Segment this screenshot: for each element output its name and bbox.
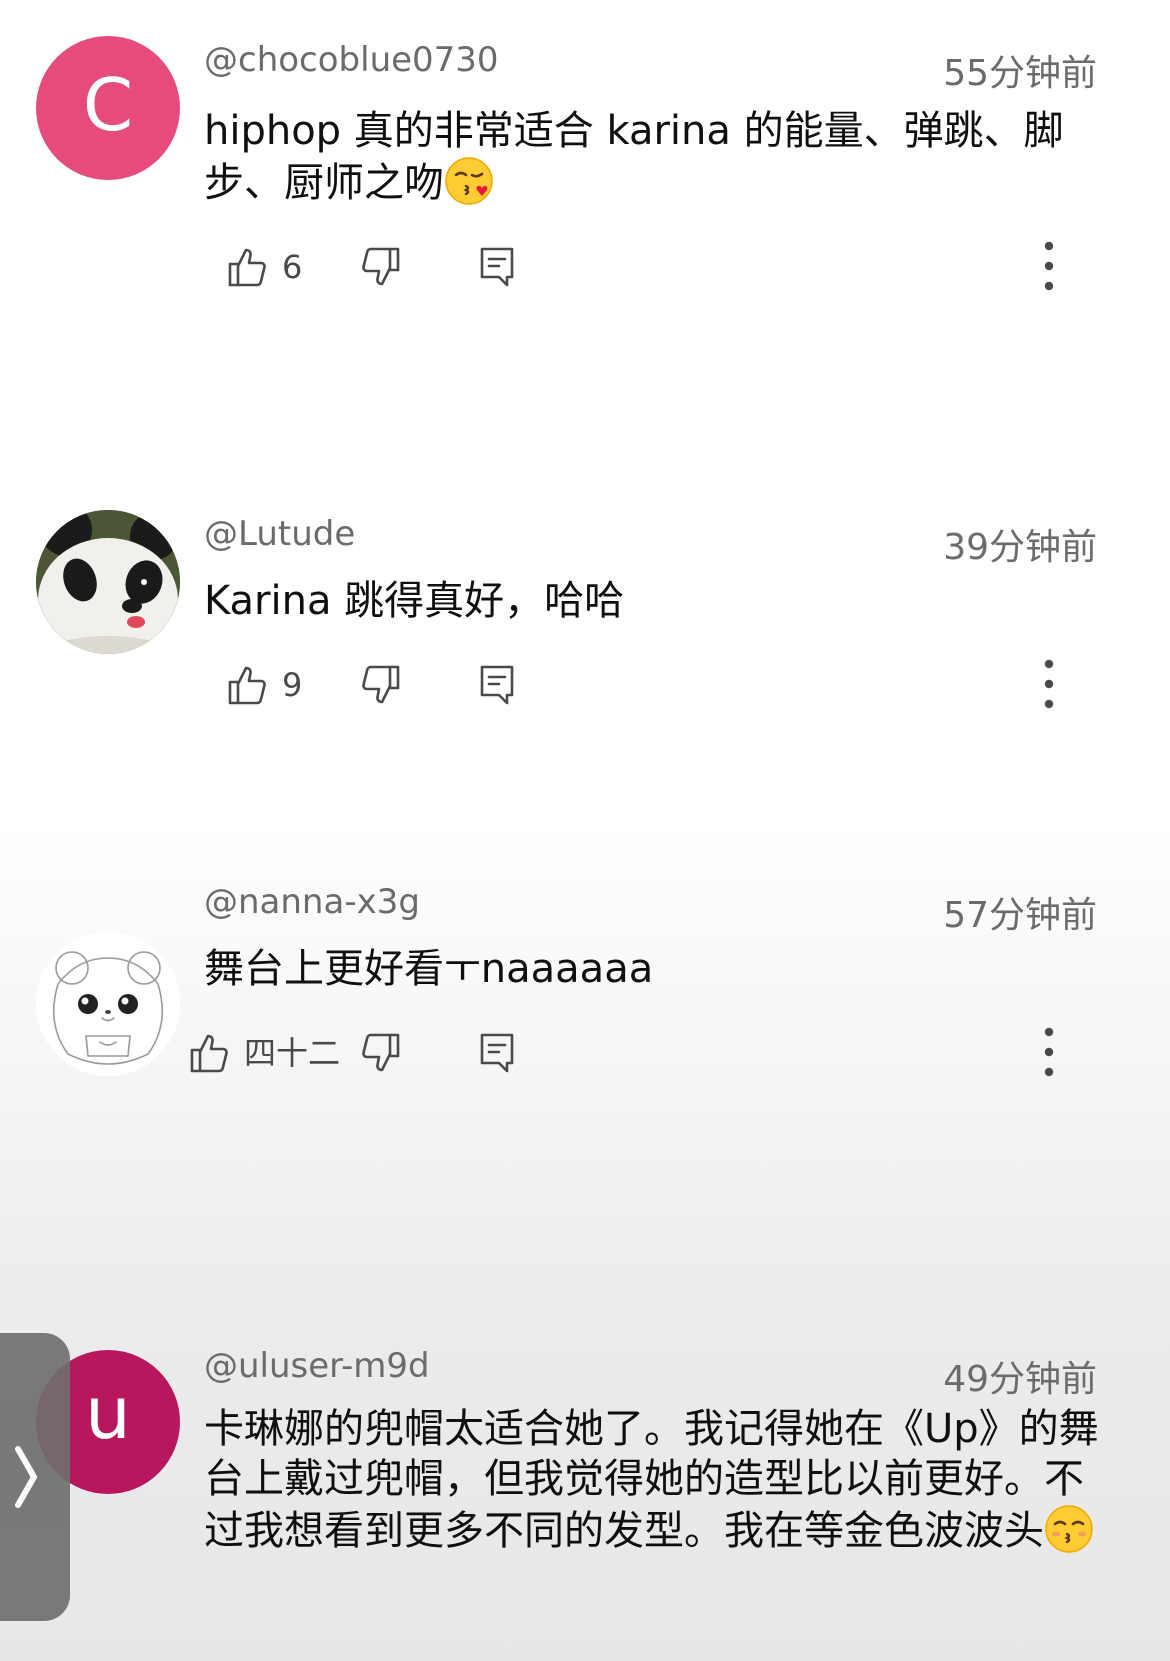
comment-item: u @uluser-m9d 49分钟前 卡琳娜的兜帽太适合她了。我记得她在《Up… <box>0 1300 1170 1661</box>
like-button[interactable] <box>228 662 266 708</box>
comment-actions: 9 <box>0 654 1170 714</box>
more-vertical-icon[interactable] <box>1032 656 1066 712</box>
comment-text-body: hiphop 真的非常适合 karina 的能量、弹跳、脚步、厨师之吻 <box>204 108 1064 206</box>
comment-text: 卡琳娜的兜帽太适合她了。我记得她在《Up》的舞台上戴过兜帽，但我觉得她的造型比以… <box>204 1404 1104 1556</box>
reply-comment-icon <box>480 1033 514 1073</box>
reply-button[interactable] <box>480 244 514 290</box>
comment-text: 舞台上更好看ㅜnaaaaaa <box>204 946 654 992</box>
chevron-right-icon <box>15 1446 37 1508</box>
comment-item: C @chocoblue0730 55分钟前 hiphop 真的非常适合 kar… <box>0 0 1170 430</box>
like-count: 9 <box>282 666 303 704</box>
thumbs-down-icon <box>362 247 400 286</box>
more-vertical-icon[interactable] <box>1032 238 1066 294</box>
comment-item: @nanna-x3g 57分钟前 舞台上更好看ㅜnaaaaaa 四十二 <box>0 882 1170 1210</box>
comment-actions: 四十二 <box>0 1022 1170 1082</box>
thumbs-up-icon <box>228 248 266 287</box>
like-button[interactable] <box>190 1030 228 1076</box>
comment-time: 57分钟前 <box>943 895 1097 936</box>
dislike-button[interactable] <box>362 244 400 290</box>
dislike-button[interactable] <box>362 1030 400 1076</box>
avatar[interactable]: C <box>36 36 180 180</box>
panda-avatar[interactable] <box>36 510 180 654</box>
comment-text: hiphop 真的非常适合 karina 的能量、弹跳、脚步、厨师之吻 <box>204 106 1104 208</box>
dislike-button[interactable] <box>362 662 400 708</box>
avatar-letter: C <box>82 63 134 147</box>
reply-comment-icon <box>480 247 514 287</box>
comment-item: @Lutude 39分钟前 Karina 跳得真好，哈哈 9 <box>0 470 1170 800</box>
side-panel-toggle[interactable] <box>0 1333 70 1621</box>
comment-time: 49分钟前 <box>943 1359 1097 1400</box>
thumbs-down-icon <box>362 1033 400 1072</box>
kissing-face-icon <box>1045 1505 1093 1553</box>
thumbs-up-icon <box>228 666 266 705</box>
kissing-face-with-heart-icon <box>445 157 493 205</box>
thumbs-down-icon <box>362 665 400 704</box>
comment-time: 39分钟前 <box>943 527 1097 568</box>
comment-author[interactable]: @Lutude <box>204 514 355 554</box>
reply-button[interactable] <box>480 662 514 708</box>
like-button[interactable] <box>228 244 266 290</box>
comment-time: 55分钟前 <box>943 53 1097 94</box>
comment-actions: 6 <box>0 236 1170 296</box>
comment-author[interactable]: @nanna-x3g <box>204 882 420 922</box>
thumbs-up-icon <box>190 1034 228 1073</box>
like-count: 6 <box>282 248 303 286</box>
reply-comment-icon <box>480 665 514 705</box>
more-vertical-icon[interactable] <box>1032 1024 1066 1080</box>
comment-text: Karina 跳得真好，哈哈 <box>204 578 625 624</box>
comment-author[interactable]: @chocoblue0730 <box>204 40 499 80</box>
comment-text-body: 卡琳娜的兜帽太适合她了。我记得她在《Up》的舞台上戴过兜帽，但我觉得她的造型比以… <box>204 1406 1099 1554</box>
reply-button[interactable] <box>480 1030 514 1076</box>
comment-author[interactable]: @uluser-m9d <box>204 1346 430 1386</box>
like-count: 四十二 <box>244 1034 341 1072</box>
panda-avatar-image <box>36 510 180 654</box>
